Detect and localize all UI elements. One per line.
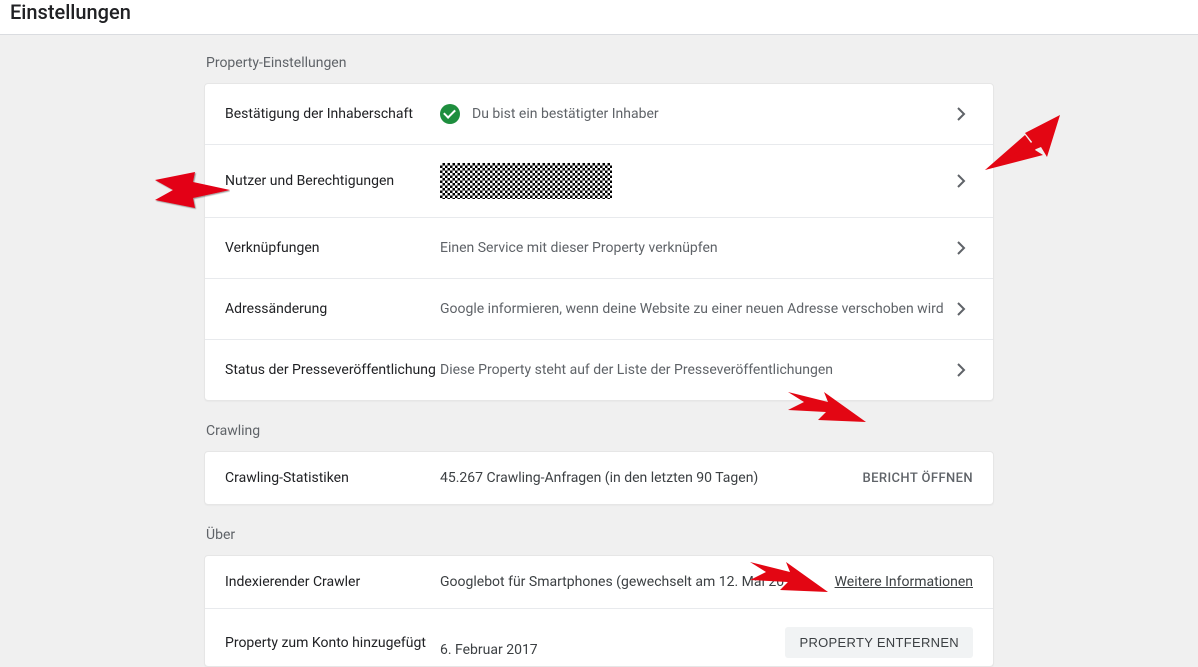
row-label: Crawling-Statistiken: [225, 470, 440, 486]
row-ownership-verification[interactable]: Bestätigung der Inhaberschaft Du bist ei…: [205, 84, 993, 145]
section-title-about: Über: [204, 527, 994, 543]
chevron-right-icon: [949, 236, 973, 260]
card-property-settings: Bestätigung der Inhaberschaft Du bist ei…: [204, 83, 994, 401]
row-label: Adressänderung: [225, 301, 440, 317]
row-label: Indexierender Crawler: [225, 574, 440, 590]
redacted-content: [440, 163, 612, 199]
row-users-permissions[interactable]: Nutzer und Berechtigungen: [205, 145, 993, 218]
row-property-added: Property zum Konto hinzugefügt 6. Februa…: [205, 609, 993, 666]
row-label: Bestätigung der Inhaberschaft: [225, 106, 440, 122]
row-associations[interactable]: Verknüpfungen Einen Service mit dieser P…: [205, 218, 993, 279]
card-about: Indexierender Crawler Googlebot für Smar…: [204, 555, 994, 667]
chevron-right-icon: [949, 297, 973, 321]
row-value: 45.267 Crawling-Anfragen (in den letzten…: [440, 470, 863, 486]
chevron-right-icon: [949, 169, 973, 193]
row-label: Property zum Konto hinzugefügt: [225, 635, 440, 651]
row-value: 6. Februar 2017: [440, 642, 785, 658]
section-title-property: Property-Einstellungen: [204, 55, 994, 71]
content-area: Property-Einstellungen Bestätigung der I…: [0, 35, 1198, 667]
section-title-crawling: Crawling: [204, 423, 994, 439]
ownership-status-text: Du bist ein bestätigter Inhaber: [472, 106, 659, 122]
remove-property-button[interactable]: PROPERTY ENTFERNEN: [785, 627, 973, 658]
row-label: Status der Presseveröffentlichung: [225, 362, 440, 378]
card-crawling: Crawling-Statistiken 45.267 Crawling-Anf…: [204, 451, 994, 505]
page-header: Einstellungen: [0, 0, 1198, 35]
press-desc: Diese Property steht auf der Liste der P…: [440, 362, 833, 378]
row-label: Nutzer und Berechtigungen: [225, 173, 440, 189]
crawler-desc: Googlebot für Smartphones (gewechselt am…: [440, 574, 805, 590]
row-crawling-stats: Crawling-Statistiken 45.267 Crawling-Anf…: [205, 452, 993, 504]
page-title: Einstellungen: [10, 0, 1182, 24]
checkmark-icon: [440, 104, 460, 124]
address-desc: Google informieren, wenn deine Website z…: [440, 301, 944, 317]
row-value: Einen Service mit dieser Property verknü…: [440, 240, 949, 256]
open-report-link[interactable]: BERICHT ÖFFNEN: [863, 471, 973, 486]
chevron-right-icon: [949, 358, 973, 382]
section-crawling: Crawling Crawling-Statistiken 45.267 Cra…: [204, 423, 994, 505]
row-value: Diese Property steht auf der Liste der P…: [440, 362, 949, 378]
row-value: Googlebot für Smartphones (gewechselt am…: [440, 574, 835, 590]
more-info-link[interactable]: Weitere Informationen: [835, 574, 973, 590]
row-label: Verknüpfungen: [225, 240, 440, 256]
crawling-desc: 45.267 Crawling-Anfragen (in den letzten…: [440, 470, 758, 486]
row-address-change[interactable]: Adressänderung Google informieren, wenn …: [205, 279, 993, 340]
section-property-settings: Property-Einstellungen Bestätigung der I…: [204, 55, 994, 401]
row-value: Google informieren, wenn deine Website z…: [440, 301, 949, 317]
row-value: [440, 163, 949, 199]
row-indexing-crawler: Indexierender Crawler Googlebot für Smar…: [205, 556, 993, 609]
row-value: Du bist ein bestätigter Inhaber: [440, 104, 949, 124]
associations-desc: Einen Service mit dieser Property verknü…: [440, 240, 718, 256]
added-date: 6. Februar 2017: [440, 642, 538, 658]
section-about: Über Indexierender Crawler Googlebot für…: [204, 527, 994, 667]
chevron-right-icon: [949, 102, 973, 126]
row-press-publication[interactable]: Status der Presseveröffentlichung Diese …: [205, 340, 993, 400]
